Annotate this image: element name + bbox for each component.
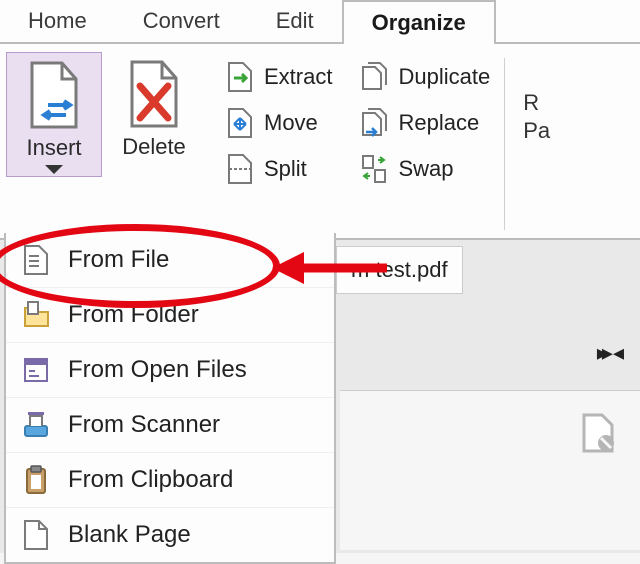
insert-page-icon	[26, 59, 82, 131]
blank-page-icon	[22, 518, 50, 552]
move-button[interactable]: Move	[220, 102, 338, 144]
swap-icon	[360, 152, 388, 186]
move-icon	[226, 106, 254, 140]
ribbon-organize: Insert Delete Extract	[0, 44, 640, 240]
menu-from-file[interactable]: From File	[6, 233, 334, 287]
open-files-icon	[22, 353, 50, 387]
dropdown-caret-icon	[45, 165, 63, 174]
insert-label: Insert	[26, 135, 81, 161]
duplicate-label: Duplicate	[398, 64, 490, 90]
fast-forward-icon[interactable]: ▸▸	[597, 340, 607, 366]
replace-icon	[360, 106, 388, 140]
move-label: Move	[264, 110, 318, 136]
replace-label: Replace	[398, 110, 479, 136]
menu-from-clipboard-label: From Clipboard	[68, 466, 233, 494]
file-icon	[22, 243, 50, 277]
ribbon-col-1: Extract Move Split	[220, 50, 338, 190]
split-icon	[226, 152, 254, 186]
back-icon[interactable]: ◂	[613, 340, 624, 366]
extract-label: Extract	[264, 64, 332, 90]
menu-from-scanner[interactable]: From Scanner	[6, 397, 334, 452]
menu-from-scanner-label: From Scanner	[68, 411, 220, 439]
menu-from-folder[interactable]: From Folder	[6, 287, 334, 342]
clipboard-icon	[22, 463, 50, 497]
delete-label: Delete	[122, 134, 186, 160]
replace-button[interactable]: Replace	[354, 102, 496, 144]
duplicate-icon	[360, 60, 388, 94]
ribbon-tabs: Home Convert Edit Organize	[0, 0, 640, 44]
ribbon-partial-group: R Pa	[513, 90, 550, 144]
folder-icon	[22, 298, 50, 332]
menu-from-clipboard[interactable]: From Clipboard	[6, 452, 334, 507]
insert-dropdown-menu: From File From Folder From Open Files	[4, 233, 336, 564]
insert-button[interactable]: Insert	[6, 52, 102, 177]
menu-from-open-files-label: From Open Files	[68, 356, 247, 384]
tab-edit[interactable]: Edit	[248, 0, 342, 42]
partial-text-2: Pa	[523, 118, 550, 144]
split-button[interactable]: Split	[220, 148, 338, 190]
menu-blank-page[interactable]: Blank Page	[6, 507, 334, 562]
thumbnail-panel	[340, 390, 640, 550]
delete-button[interactable]: Delete	[106, 52, 202, 162]
partial-text-1: R	[523, 90, 539, 116]
menu-from-folder-label: From Folder	[68, 301, 199, 329]
tab-organize[interactable]: Organize	[342, 0, 496, 44]
tab-home[interactable]: Home	[0, 0, 115, 42]
menu-from-file-label: From File	[68, 246, 169, 274]
scanner-icon	[22, 408, 50, 442]
page-disabled-icon	[580, 411, 616, 461]
tab-convert[interactable]: Convert	[115, 0, 248, 42]
nav-buttons: ▸▸ ◂	[597, 340, 624, 366]
extract-icon	[226, 60, 254, 94]
swap-label: Swap	[398, 156, 453, 182]
ribbon-separator	[504, 58, 505, 230]
menu-from-open-files[interactable]: From Open Files	[6, 342, 334, 397]
ribbon-col-2: Duplicate Replace Swap	[354, 50, 496, 190]
split-label: Split	[264, 156, 307, 182]
menu-blank-page-label: Blank Page	[68, 521, 191, 549]
duplicate-button[interactable]: Duplicate	[354, 56, 496, 98]
swap-button[interactable]: Swap	[354, 148, 496, 190]
extract-button[interactable]: Extract	[220, 56, 338, 98]
delete-page-icon	[126, 58, 182, 130]
document-tab[interactable]: m test.pdf	[336, 246, 463, 294]
